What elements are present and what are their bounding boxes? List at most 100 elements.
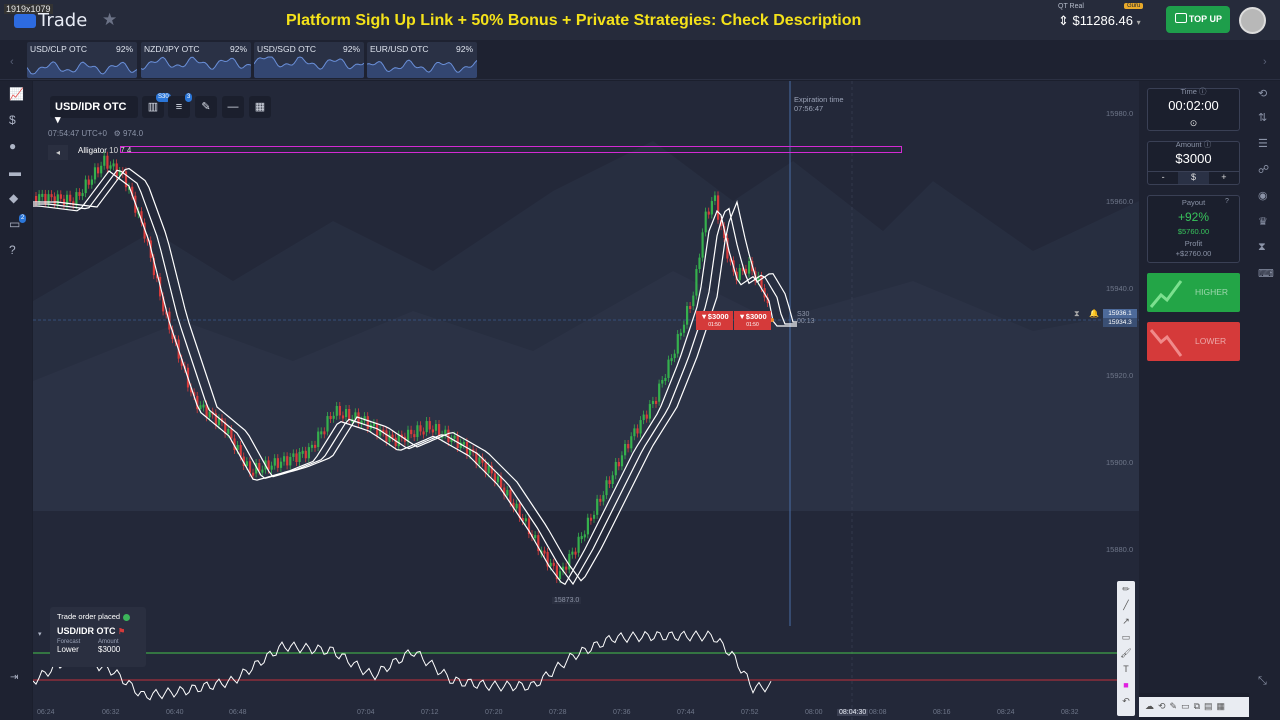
candle — [227, 429, 230, 434]
candle — [270, 465, 273, 470]
avatar[interactable] — [1239, 7, 1266, 34]
bell-icon[interactable]: 🔔 — [1089, 309, 1099, 318]
social-icon[interactable]: ☍ — [1258, 163, 1269, 176]
keyboard-icon[interactable]: ⌨ — [1258, 267, 1274, 280]
diamond-icon[interactable]: ◆ — [9, 191, 18, 205]
amount-value[interactable]: $3000 — [1147, 151, 1240, 166]
candle — [397, 434, 400, 447]
x-axis-label: 06:48 — [229, 709, 247, 716]
line-icon[interactable]: ╱ — [1117, 597, 1135, 613]
logo[interactable]: Trade — [14, 10, 87, 31]
candle — [682, 324, 686, 333]
trade-notification[interactable]: Trade order placed USD/IDR OTC ⚑ Forecas… — [50, 607, 146, 667]
tournament-icon[interactable]: ♛ — [1258, 215, 1268, 228]
asset-selector[interactable]: USD/IDR OTC ▾ — [50, 96, 138, 126]
achievements-icon[interactable]: ⧗ — [1258, 241, 1266, 254]
trades-icon[interactable]: ⇅ — [1258, 111, 1267, 124]
asset-tab-name: USD/SGD OTC — [257, 44, 317, 54]
low-point-label: 15873.0 — [552, 597, 582, 604]
account-badge: Guru — [1124, 3, 1144, 9]
trend-down-icon — [1149, 329, 1183, 357]
brush-icon[interactable]: 🖌 — [1117, 645, 1135, 661]
candle — [301, 450, 304, 454]
rectangle-icon[interactable]: ▭ — [1117, 629, 1135, 645]
logo-text: Trade — [38, 10, 88, 31]
price-chart[interactable] — [33, 81, 1139, 720]
oscillator-collapse-icon[interactable]: ▾ — [38, 630, 42, 638]
candle — [748, 260, 751, 274]
open-order-tag[interactable]: ▼$3000 01:50 — [696, 311, 733, 330]
currency-button[interactable]: $ — [1178, 172, 1209, 184]
account-selector[interactable]: QT Real Guru ⇕ $11286.46 ▾ — [1058, 3, 1144, 29]
candle — [69, 194, 72, 202]
top-up-button[interactable]: TOP UP — [1166, 6, 1230, 33]
candle — [670, 358, 673, 362]
payout-amount: $5760.00 — [1177, 227, 1210, 236]
candle — [645, 414, 648, 419]
asset-tab[interactable]: EUR/USD OTC 92% — [367, 42, 477, 78]
chart-icon[interactable]: 📈 — [9, 87, 24, 101]
candle — [78, 192, 81, 196]
crosshair-time-label: 08:04:30 — [837, 709, 869, 716]
open-order-tag[interactable]: ▼$3000 01:50 — [734, 311, 771, 330]
candle — [717, 195, 720, 220]
clock-icon[interactable]: ⊙ — [1147, 118, 1240, 129]
favorites-star-icon[interactable]: ★ — [102, 10, 117, 30]
payout-help-icon[interactable]: ? — [1225, 198, 1229, 205]
help-icon[interactable]: ? — [9, 243, 16, 257]
undo-icon[interactable]: ↶ — [1117, 693, 1135, 709]
amount-minus-button[interactable]: - — [1148, 172, 1178, 184]
candle — [574, 551, 577, 555]
candle — [248, 461, 252, 473]
candle — [348, 409, 351, 420]
time-value[interactable]: 00:02:00 — [1147, 98, 1240, 113]
asset-bar-next-icon[interactable]: › — [1263, 56, 1267, 68]
indicator-collapse-button[interactable]: ◂ — [48, 145, 68, 160]
express-icon[interactable]: ◉ — [1258, 189, 1268, 202]
hourglass-icon[interactable]: ⧗ — [1074, 309, 1080, 319]
candle — [112, 163, 115, 167]
asset-tab[interactable]: USD/CLP OTC 92% — [27, 42, 137, 78]
candle — [100, 165, 103, 174]
candle — [295, 453, 298, 463]
candle — [673, 353, 676, 359]
candle — [199, 405, 202, 410]
layout-button[interactable]: ▦ — [249, 96, 271, 118]
finance-icon[interactable]: $ — [9, 113, 16, 127]
higher-button[interactable]: HIGHER — [1147, 273, 1240, 312]
asset-tab[interactable]: USD/SGD OTC 92% — [254, 42, 364, 78]
market-icon[interactable]: ▬ — [9, 165, 21, 179]
candle — [689, 306, 692, 309]
candle — [41, 193, 44, 197]
fullscreen-icon[interactable]: ⤡ — [1258, 675, 1267, 688]
candle — [38, 194, 41, 203]
color-picker-icon[interactable]: ■ — [1117, 677, 1135, 693]
candle — [416, 425, 419, 438]
logo-icon — [14, 14, 36, 28]
candle — [434, 424, 438, 431]
drawing-button[interactable]: ✎ — [195, 96, 217, 118]
asset-bar-prev-icon[interactable]: ‹ — [10, 56, 14, 68]
history-icon[interactable]: ⟲ — [1258, 87, 1267, 100]
text-icon[interactable]: T — [1117, 661, 1135, 677]
candle — [636, 428, 639, 434]
candle — [106, 155, 109, 169]
lower-button[interactable]: LOWER — [1147, 322, 1240, 361]
candle — [276, 458, 279, 468]
asset-tab[interactable]: NZD/JPY OTC 92% — [141, 42, 251, 78]
candle — [109, 165, 112, 169]
candle — [431, 429, 434, 433]
logout-icon[interactable]: ⇥ — [10, 672, 18, 683]
asset-tab-payout: 92% — [455, 44, 473, 54]
right-sidebar: ⟲ ⇅ ☰ ☍ ◉ ♛ ⧗ ⌨ ⤡ — [1249, 81, 1280, 720]
candle — [599, 498, 602, 502]
minimize-button[interactable]: — — [222, 96, 244, 118]
notification-title: Trade order placed — [57, 612, 139, 621]
candle — [438, 424, 441, 436]
drawn-rectangle[interactable] — [120, 146, 902, 153]
profile-icon[interactable]: ● — [9, 139, 16, 153]
arrow-icon[interactable]: ↗ — [1117, 613, 1135, 629]
amount-plus-button[interactable]: + — [1209, 172, 1239, 184]
signals-icon[interactable]: ☰ — [1258, 137, 1268, 150]
pencil-icon[interactable]: ✏ — [1117, 581, 1135, 597]
